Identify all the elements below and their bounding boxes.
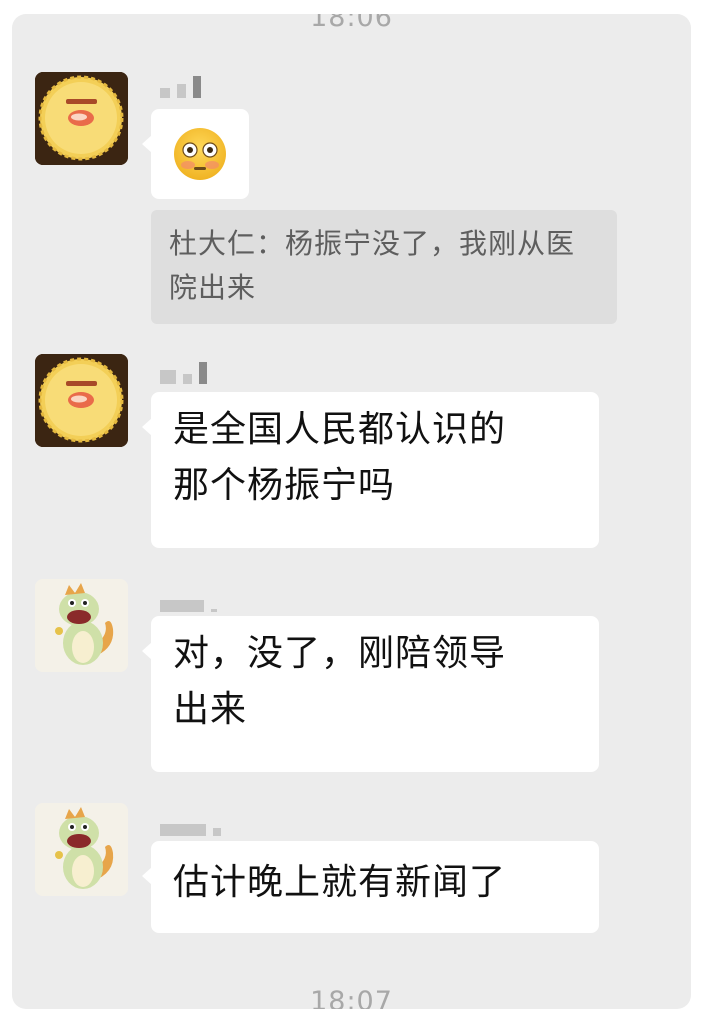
rice-cracker-avatar-icon — [35, 354, 128, 447]
timestamp-bottom: 18:07 — [310, 986, 393, 1009]
chat-window: 18:06 杜大仁：杨振宁没了，我刚从医院出来 是全国人民都认识的 那个杨振宁吗… — [12, 14, 691, 1009]
avatar-rice-cracker[interactable] — [35, 72, 128, 165]
timestamp-top: 18:06 — [310, 14, 393, 33]
message-text: 估计晚上就有新闻了 — [173, 862, 507, 903]
message-bubble[interactable]: 是全国人民都认识的 那个杨振宁吗 — [142, 392, 599, 548]
avatar-dragon[interactable] — [35, 803, 128, 896]
avatar-dragon[interactable] — [35, 579, 128, 672]
cartoon-dragon-avatar-icon — [35, 803, 128, 896]
cartoon-dragon-avatar-icon — [35, 579, 128, 672]
sender-name-redacted — [160, 814, 221, 836]
sender-name-redacted — [160, 362, 207, 384]
quoted-message[interactable]: 杜大仁：杨振宁没了，我刚从医院出来 — [151, 210, 617, 324]
sender-name-redacted — [160, 590, 217, 612]
message-bubble[interactable]: 估计晚上就有新闻了 — [142, 841, 599, 933]
rice-cracker-avatar-icon — [35, 72, 128, 165]
message-bubble-emoji[interactable] — [142, 109, 249, 199]
avatar-rice-cracker[interactable] — [35, 354, 128, 447]
flushed-face-emoji — [174, 128, 226, 180]
message-text: 是全国人民都认识的 那个杨振宁吗 — [173, 409, 507, 506]
message-bubble[interactable]: 对，没了，刚陪领导 出来 — [142, 616, 599, 772]
sender-name-redacted — [160, 76, 201, 98]
message-text: 对，没了，刚陪领导 出来 — [173, 633, 507, 730]
